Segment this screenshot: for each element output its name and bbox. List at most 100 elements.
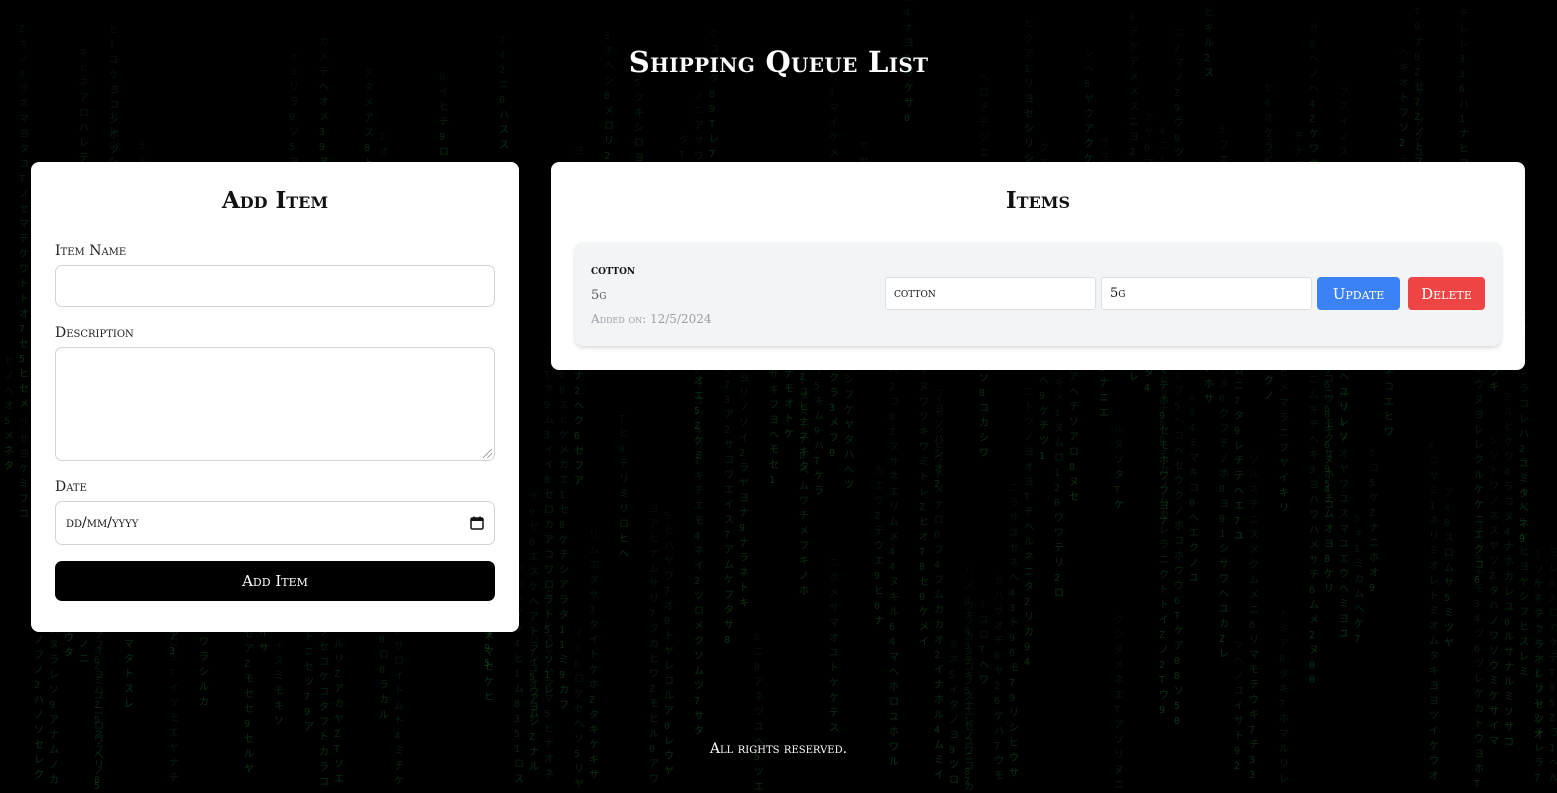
rain-glyph: ヨ: [739, 373, 749, 384]
rain-glyph: 1: [514, 669, 520, 680]
rain-glyph: ス: [1339, 509, 1349, 520]
rain-glyph: ケ: [19, 248, 29, 260]
rain-glyph: 8: [1174, 133, 1180, 144]
rain-glyph: 5: [1369, 448, 1375, 459]
rain-glyph: リ: [619, 474, 629, 485]
rain-glyph: ア: [1414, 118, 1424, 129]
rain-glyph: レ: [109, 126, 119, 137]
update-button[interactable]: Update: [1317, 277, 1400, 310]
rain-glyph: 8: [754, 662, 760, 673]
rain-glyph: ヤ: [1519, 577, 1529, 588]
rain-glyph: サ: [769, 369, 779, 381]
rain-glyph: モ: [1249, 665, 1259, 676]
rain-glyph: ト: [394, 716, 404, 727]
rain-glyph: エ: [1384, 397, 1394, 408]
rain-glyph: セ: [109, 110, 119, 122]
rain-glyph: 0: [1144, 143, 1150, 154]
rain-glyph: 5: [139, 141, 145, 152]
rain-glyph: サ: [1204, 393, 1214, 405]
rain-glyph: 3: [319, 127, 325, 138]
item-name-input[interactable]: [55, 265, 495, 307]
rain-glyph: ト: [1024, 402, 1034, 413]
description-textarea[interactable]: [55, 347, 495, 461]
rain-glyph: リ: [604, 136, 614, 147]
rain-glyph: ワ: [199, 637, 209, 648]
rain-glyph: ウ: [529, 686, 539, 698]
rain-glyph: エ: [529, 552, 539, 563]
rain-glyph: 9: [1009, 693, 1015, 704]
rain-glyph: 2: [994, 681, 1000, 692]
rain-glyph: ケ: [394, 775, 404, 787]
rain-glyph: ロ: [94, 721, 104, 732]
rain-glyph: キ: [1489, 382, 1499, 393]
rain-glyph: 0: [1174, 656, 1180, 667]
rain-glyph: ヘ: [529, 597, 539, 608]
rain-glyph: 5: [94, 781, 100, 792]
date-input[interactable]: dd/mm/yyyy: [55, 501, 495, 545]
rain-glyph: ラ: [559, 594, 569, 606]
rain-glyph: タ: [1279, 668, 1289, 680]
rain-glyph: 5: [4, 416, 10, 427]
rain-glyph: 9: [814, 426, 820, 437]
rain-glyph: シ: [559, 565, 569, 576]
edit-name-input[interactable]: cotton: [885, 277, 1096, 310]
rain-glyph: 4: [1264, 98, 1270, 109]
rain-glyph: 9: [1234, 426, 1240, 437]
rain-glyph: サ: [904, 97, 914, 109]
rain-glyph: 6: [574, 659, 580, 670]
rain-glyph: ロ: [514, 759, 524, 770]
rain-glyph: 7: [664, 586, 670, 597]
rain-glyph: サ: [724, 619, 734, 631]
resize-handle-icon[interactable]: [483, 449, 492, 458]
rain-glyph: Z: [1489, 571, 1495, 582]
rain-glyph: 0: [1324, 410, 1330, 421]
rain-glyph: ケ: [1324, 568, 1334, 580]
rain-glyph: ケ: [694, 435, 704, 447]
rain-glyph: 4: [1504, 467, 1510, 478]
rain-glyph: ユ: [829, 648, 839, 659]
rain-glyph: ル: [889, 757, 899, 768]
rain-glyph: メ: [919, 622, 929, 633]
rain-glyph: ウ: [1174, 565, 1184, 577]
rain-glyph: ト: [1489, 466, 1499, 477]
rain-glyph: 9: [529, 507, 535, 518]
rain-glyph: ハ: [1519, 429, 1529, 440]
rain-glyph: サ: [1009, 767, 1019, 779]
rain-glyph: 6: [1324, 380, 1330, 391]
rain-glyph: 7: [19, 324, 25, 335]
rain-glyph: ケ: [589, 664, 599, 676]
rain-glyph: エ: [559, 400, 569, 411]
rain-glyph: ト: [1279, 609, 1289, 620]
rain-glyph: ヤ: [244, 764, 254, 775]
rain-glyph: フ: [934, 545, 944, 556]
rain-glyph: タ: [1024, 581, 1034, 593]
rain-glyph: ト: [394, 686, 404, 697]
rain-glyph: カ: [934, 604, 944, 616]
edit-description-input[interactable]: 5g: [1101, 277, 1312, 310]
rain-glyph: カ: [379, 694, 389, 706]
rain-glyph: サ: [1144, 127, 1154, 139]
rain-glyph: ト: [784, 414, 794, 425]
rain-glyph: モ: [169, 713, 179, 724]
calendar-icon[interactable]: [470, 516, 484, 530]
rain-glyph: ソ: [1504, 707, 1514, 718]
page-title: Shipping Queue List: [628, 45, 929, 79]
rain-glyph: ノ: [49, 760, 59, 771]
add-item-button[interactable]: Add Item: [55, 561, 495, 601]
rain-glyph: ミ: [1429, 606, 1439, 617]
rain-glyph: ソ: [274, 716, 284, 727]
rain-glyph: オ: [1429, 770, 1439, 782]
rain-glyph: 0: [904, 113, 910, 124]
rain-glyph: ア: [1174, 641, 1184, 652]
rain-glyph: ユ: [1009, 528, 1019, 539]
rain-glyph: 9: [1309, 465, 1315, 476]
rain-glyph: カ: [1474, 703, 1484, 715]
rain-glyph: 4: [1144, 383, 1150, 394]
delete-button[interactable]: Delete: [1408, 277, 1485, 310]
rain-glyph: ケ: [559, 534, 569, 546]
rain-glyph: レ: [79, 138, 89, 149]
list-item: cotton 5g Added on: 12/5/2024 cotton 5g …: [575, 242, 1501, 346]
rain-glyph: ト: [1429, 591, 1439, 602]
rain-glyph: 2: [694, 576, 700, 587]
rain-glyph: ツ: [1039, 436, 1049, 447]
